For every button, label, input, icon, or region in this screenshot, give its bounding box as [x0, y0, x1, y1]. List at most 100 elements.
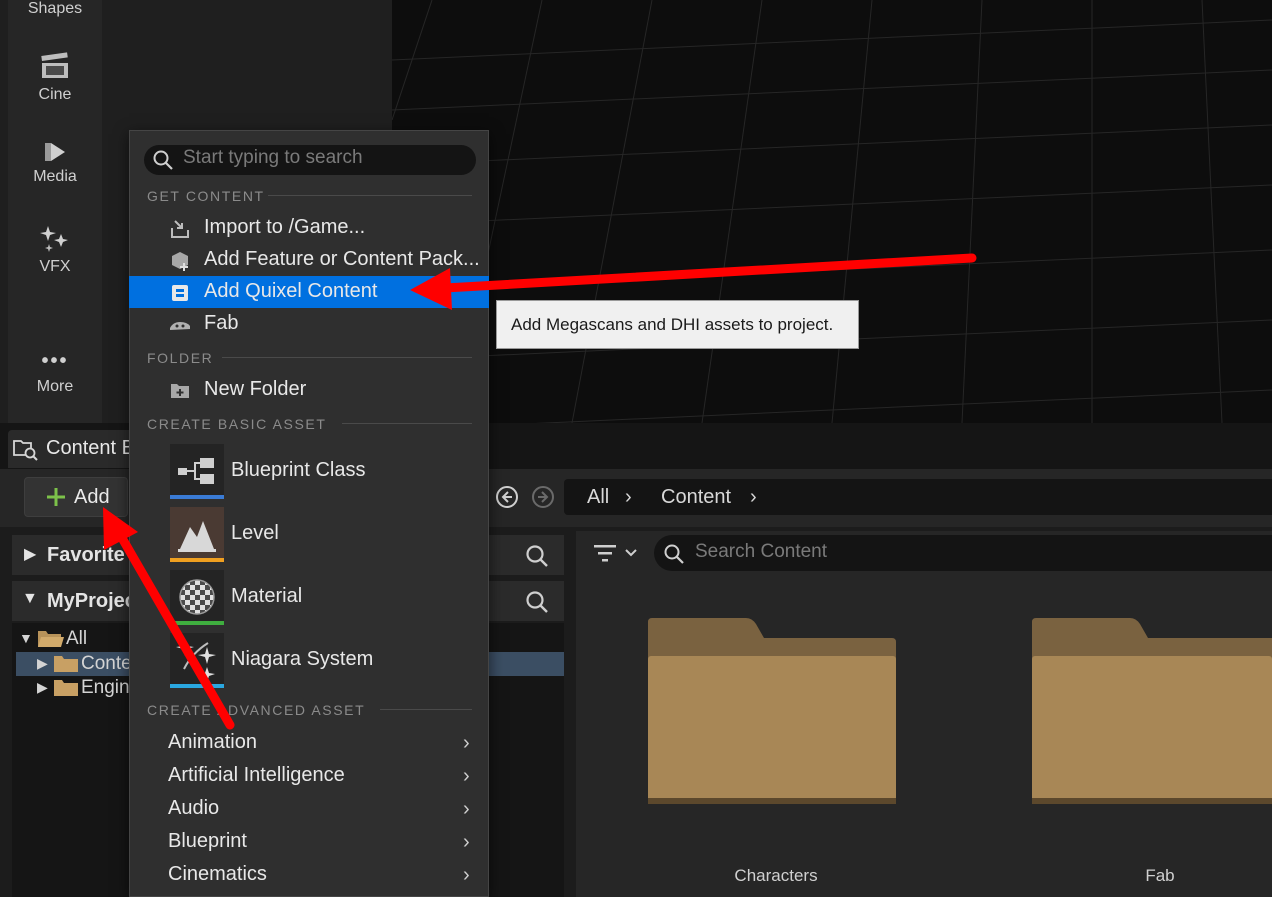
- breadcrumb-content[interactable]: Content: [661, 486, 731, 509]
- section-divider: [268, 195, 472, 196]
- niagara-system-thumbnail: [170, 633, 224, 687]
- category-more[interactable]: ••• More: [8, 350, 102, 396]
- folder-icon: [54, 680, 78, 696]
- menu-item-label: Niagara System: [231, 648, 374, 670]
- feature-pack-icon: [172, 252, 188, 271]
- category-vfx[interactable]: VFX: [8, 224, 102, 276]
- ellipsis-icon: •••: [41, 350, 69, 372]
- menu-item-add-quixel-content[interactable]: Add Quixel Content: [129, 276, 489, 308]
- favorites-label: Favorite: [47, 544, 125, 566]
- level-icon: [170, 507, 224, 561]
- category-label: More: [36, 378, 74, 395]
- blueprint-icon: [178, 458, 214, 484]
- menu-item-label: Add Feature or Content Pack...: [204, 248, 480, 270]
- category-media[interactable]: Media: [8, 140, 102, 186]
- search-icon[interactable]: [524, 589, 550, 615]
- add-button-label: Add: [74, 486, 110, 508]
- filter-icon[interactable]: [592, 542, 642, 566]
- material-thumbnail: [170, 570, 224, 624]
- content-browser-tab-label: Content B: [46, 437, 135, 459]
- fab-icon: [170, 322, 190, 330]
- expand-arrow-icon[interactable]: ▶: [37, 679, 48, 696]
- plus-icon: [47, 488, 65, 506]
- folder-label: Characters: [734, 866, 818, 885]
- project-label: MyProjec: [47, 590, 136, 612]
- category-shapes[interactable]: Shapes: [8, 0, 102, 18]
- menu-item-niagara-system[interactable]: Niagara System: [129, 633, 489, 691]
- back-arrow-icon[interactable]: [495, 485, 519, 509]
- breadcrumb-all[interactable]: All: [587, 486, 609, 509]
- asset-type-color-bar: [170, 558, 224, 562]
- sparkles-icon: [40, 226, 68, 252]
- menu-item-label: Cinematics: [168, 863, 267, 885]
- tree-item-engine[interactable]: Engin: [81, 677, 130, 699]
- content-browser-icon: [13, 440, 38, 461]
- quixel-icon: [172, 285, 188, 301]
- chevron-right-icon: ›: [463, 831, 470, 853]
- category-label: Media: [33, 168, 77, 185]
- section-folder: FOLDER: [147, 350, 214, 366]
- menu-item-import[interactable]: Import to /Game...: [129, 212, 489, 244]
- tree-item-all[interactable]: All: [66, 628, 87, 650]
- search-icon: [153, 150, 173, 170]
- niagara-icon: [176, 639, 216, 682]
- clapperboard-icon: [41, 52, 68, 78]
- menu-item-material[interactable]: Material: [129, 570, 489, 628]
- menu-item-label: New Folder: [204, 378, 307, 400]
- category-label: Cine: [38, 86, 72, 103]
- menu-item-blueprint[interactable]: Blueprint ›: [129, 826, 489, 859]
- section-create-advanced-asset: CREATE ADVANCED ASSET: [147, 702, 366, 718]
- menu-item-label: Animation: [168, 731, 257, 753]
- section-get-content: GET CONTENT: [147, 188, 265, 204]
- menu-item-label: Blueprint Class: [231, 459, 366, 481]
- menu-item-new-folder[interactable]: New Folder: [129, 374, 489, 406]
- menu-item-animation[interactable]: Animation ›: [129, 727, 489, 760]
- collapse-arrow-icon[interactable]: ▼: [19, 630, 33, 646]
- chevron-right-icon: ›: [463, 732, 470, 754]
- menu-item-add-feature-pack[interactable]: Add Feature or Content Pack...: [129, 244, 489, 276]
- category-cine[interactable]: Cine: [8, 52, 102, 104]
- menu-item-cinematics[interactable]: Cinematics ›: [129, 859, 489, 892]
- asset-type-color-bar: [170, 495, 224, 499]
- menu-item-artificial-intelligence[interactable]: Artificial Intelligence ›: [129, 760, 489, 793]
- asset-type-color-bar: [170, 621, 224, 625]
- menu-item-label: Blueprint: [168, 830, 247, 852]
- folder-open-icon: [38, 631, 64, 647]
- menu-item-label: Level: [231, 522, 279, 544]
- category-label: Shapes: [27, 0, 83, 17]
- search-content-placeholder: Search Content: [695, 541, 828, 562]
- section-divider: [222, 357, 472, 358]
- menu-item-label: Fab: [204, 312, 239, 334]
- forward-arrow-icon[interactable]: [531, 485, 555, 509]
- folder-tile-fab[interactable]: [1030, 616, 1272, 808]
- breadcrumb-separator-icon: ›: [625, 486, 632, 508]
- tree-item-content[interactable]: Conte: [81, 653, 132, 675]
- menu-item-label: Import to /Game...: [204, 216, 366, 238]
- menu-item-audio[interactable]: Audio ›: [129, 793, 489, 826]
- expand-arrow-icon[interactable]: ▶: [37, 655, 48, 672]
- menu-item-label: Artificial Intelligence: [168, 764, 345, 786]
- folder-label: Fab: [1145, 866, 1175, 885]
- menu-item-label: Material: [231, 585, 303, 607]
- section-create-basic-asset: CREATE BASIC ASSET: [147, 416, 327, 432]
- menu-item-fab[interactable]: Fab: [129, 308, 489, 340]
- level-viewport[interactable]: [392, 0, 1272, 423]
- menu-item-level[interactable]: Level: [129, 507, 489, 565]
- folder-tile-characters[interactable]: [646, 616, 898, 808]
- chevron-right-icon: ›: [463, 798, 470, 820]
- asset-type-color-bar: [170, 684, 224, 688]
- viewport-grid: [392, 0, 1272, 423]
- collapse-arrow-icon: ▼: [22, 590, 38, 607]
- section-divider: [380, 709, 472, 710]
- tooltip-text: Add Megascans and DHI assets to project.: [511, 315, 834, 334]
- menu-item-label: Add Quixel Content: [204, 280, 378, 302]
- breadcrumb-separator-icon: ›: [750, 486, 757, 508]
- menu-item-blueprint-class[interactable]: Blueprint Class: [129, 444, 489, 502]
- category-label: VFX: [39, 258, 71, 275]
- search-icon[interactable]: [524, 543, 550, 569]
- level-thumbnail: [170, 507, 224, 561]
- menu-item-label: Audio: [168, 797, 220, 819]
- chevron-right-icon: ›: [463, 864, 470, 886]
- folder-icon: [54, 656, 78, 672]
- search-icon: [664, 544, 684, 564]
